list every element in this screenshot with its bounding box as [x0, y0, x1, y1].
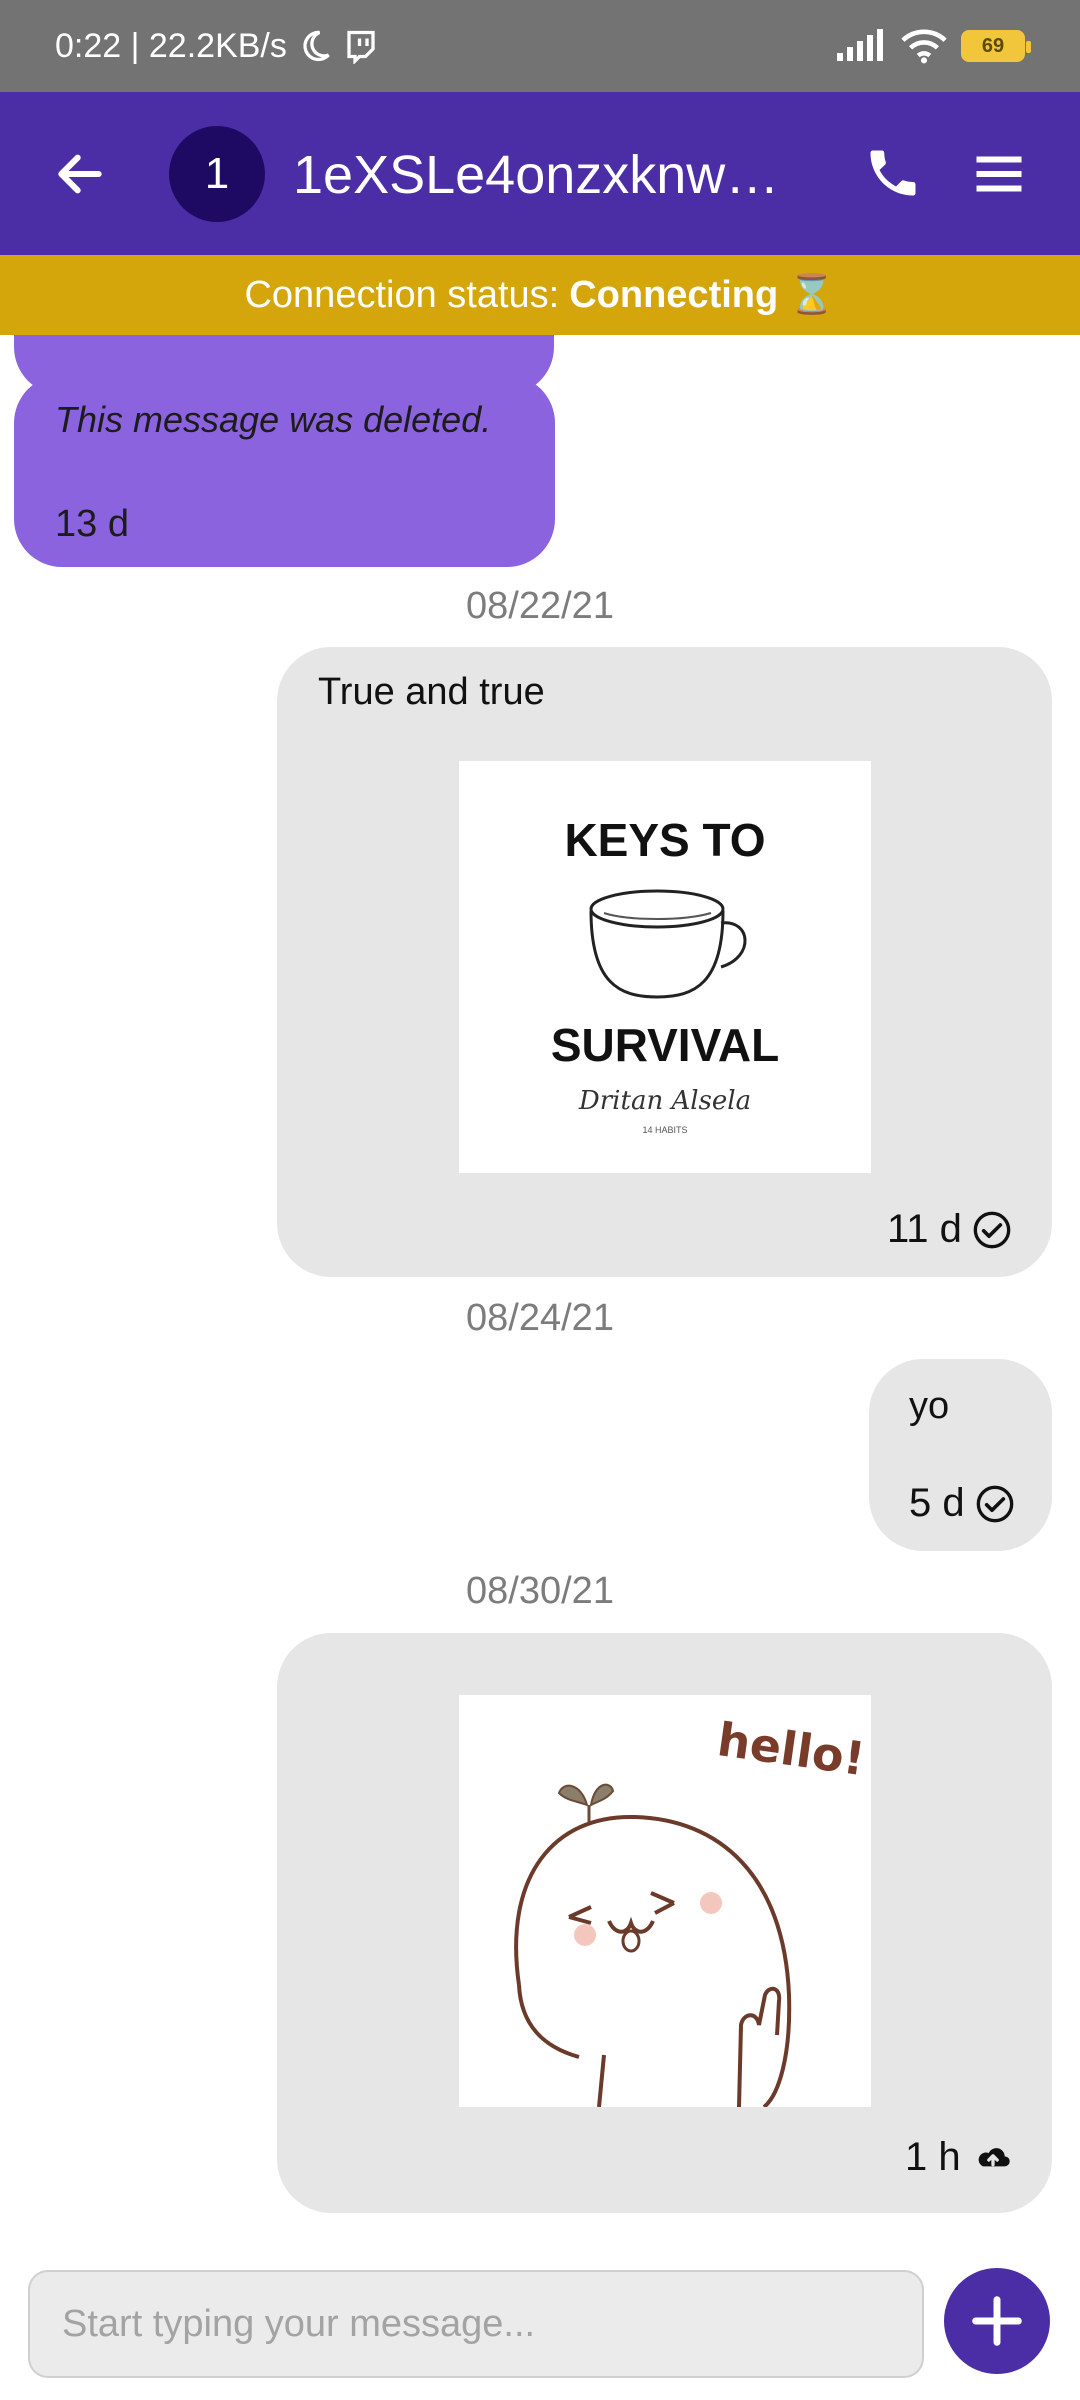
status-bar: 0:22 | 22.2KB/s 69 — [0, 0, 1080, 92]
hamburger-menu-icon — [976, 156, 1022, 192]
signal-icon — [837, 29, 883, 61]
plus-icon — [972, 2296, 1022, 2346]
message-text: yo — [909, 1385, 950, 1427]
battery-level: 69 — [981, 34, 1005, 57]
status-right: 69 — [835, 28, 1031, 64]
connection-status-banner: Connection status: Connecting ⌛ — [0, 255, 1080, 335]
wifi-icon — [901, 29, 947, 64]
sticker-title-bottom: SURVIVAL — [551, 1019, 779, 1071]
message-bubble-outgoing[interactable]: yo 5 d — [869, 1359, 1052, 1551]
date-separator: 08/22/21 — [466, 585, 614, 627]
message-text: True and true — [318, 671, 545, 713]
message-time: 5 d — [909, 1481, 965, 1525]
phone-icon — [870, 150, 916, 196]
arrow-left-icon — [58, 154, 102, 194]
sticker-keys-to-survival[interactable]: KEYS TO SURVIVAL Dritan Alsela 14 HABITS — [459, 761, 871, 1173]
check-circle-icon — [973, 1211, 1011, 1248]
sticker-hello-text: hello! — [714, 1712, 868, 1786]
chat-header: 1 1eXSLe4onzxknwN… — [0, 92, 1080, 255]
menu-button[interactable] — [963, 138, 1035, 210]
message-time: 1 h — [905, 2135, 961, 2179]
message-meta: 1 h — [905, 2135, 1015, 2180]
battery-icon: 69 — [961, 30, 1031, 62]
avatar-initial: 1 — [204, 149, 230, 198]
back-button[interactable] — [42, 136, 118, 212]
sticker-image: KEYS TO SURVIVAL Dritan Alsela 14 HABITS — [551, 814, 779, 1135]
message-list[interactable]: This message was deleted. 13 d 08/22/21 … — [0, 335, 1080, 2245]
add-button[interactable] — [944, 2268, 1050, 2374]
message-bubble-outgoing[interactable]: hello! 1 h — [277, 1633, 1052, 2213]
moon-icon — [303, 30, 330, 62]
sticker-signature: Dritan Alsela — [578, 1086, 751, 1116]
sticker-hello[interactable]: hello! — [459, 1695, 871, 2109]
date-separator: 08/30/21 — [466, 1570, 614, 1612]
cloud-upload-icon — [978, 2147, 1010, 2166]
check-circle-icon — [976, 1485, 1013, 1522]
message-time: 11 d — [887, 1207, 962, 1251]
hourglass-icon: ⌛ — [788, 274, 836, 316]
message-meta: 5 d — [909, 1481, 1015, 1526]
avatar[interactable]: 1 — [169, 126, 265, 222]
message-bubble-outgoing[interactable]: True and true KEYS TO SURVIVAL Dritan Al… — [277, 647, 1052, 1277]
status-left: 0:22 | 22.2KB/s — [55, 27, 379, 66]
date-separator: 08/24/21 — [466, 1297, 614, 1339]
connection-label: Connection status: — [244, 273, 560, 316]
sticker-title-top: KEYS TO — [564, 814, 765, 866]
message-meta: 11 d — [887, 1207, 1012, 1252]
twitch-icon — [347, 30, 375, 64]
message-bubble-incoming[interactable]: This message was deleted. 13 d — [14, 375, 555, 567]
call-button[interactable] — [858, 138, 928, 208]
message-input[interactable] — [28, 2270, 924, 2378]
connection-status: Connecting — [569, 273, 779, 316]
message-time: 13 d — [55, 503, 129, 545]
deleted-message-text: This message was deleted. — [55, 399, 492, 440]
status-time-speed: 0:22 | 22.2KB/s — [55, 26, 287, 65]
contact-name[interactable]: 1eXSLe4onzxknwN… — [293, 138, 813, 212]
sticker-image: hello! — [514, 1712, 868, 2109]
sticker-small: 14 HABITS — [642, 1125, 687, 1135]
